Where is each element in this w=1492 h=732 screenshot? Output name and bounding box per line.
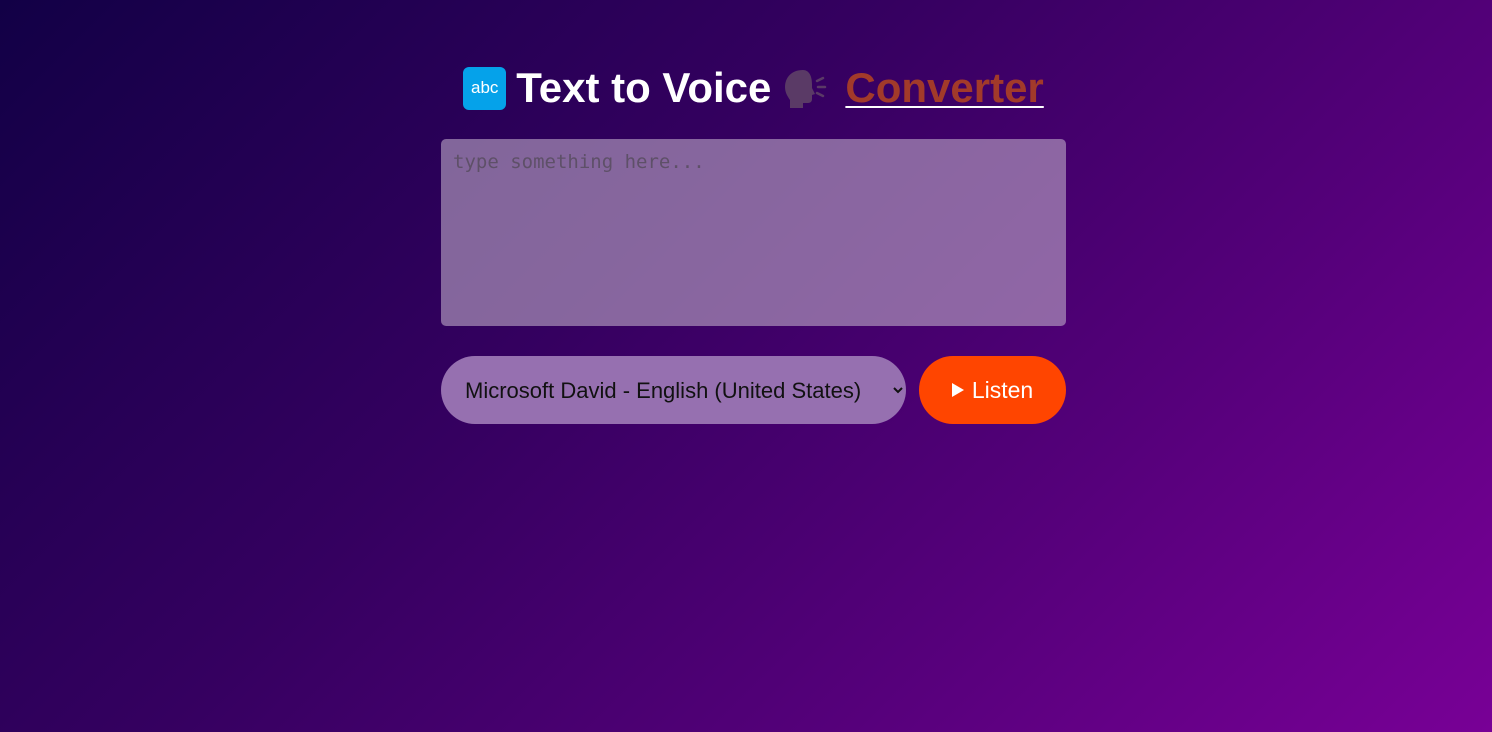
abc-icon: abc (463, 66, 507, 110)
page-title: abc Text to Voice Converter (441, 60, 1066, 116)
converter-link[interactable]: Converter (845, 64, 1043, 112)
speaking-head-icon (785, 70, 827, 108)
converter-panel: abc Text to Voice Converter Microsoft Da… (441, 60, 1066, 424)
text-input[interactable] (441, 139, 1066, 326)
listen-button[interactable]: Listen (919, 356, 1066, 424)
play-icon (951, 383, 964, 397)
title-text: Text to Voice (516, 64, 772, 111)
listen-label: Listen (971, 376, 1034, 403)
voice-select[interactable]: Microsoft David - English (United States… (441, 356, 906, 424)
controls-row: Microsoft David - English (United States… (441, 356, 1066, 424)
